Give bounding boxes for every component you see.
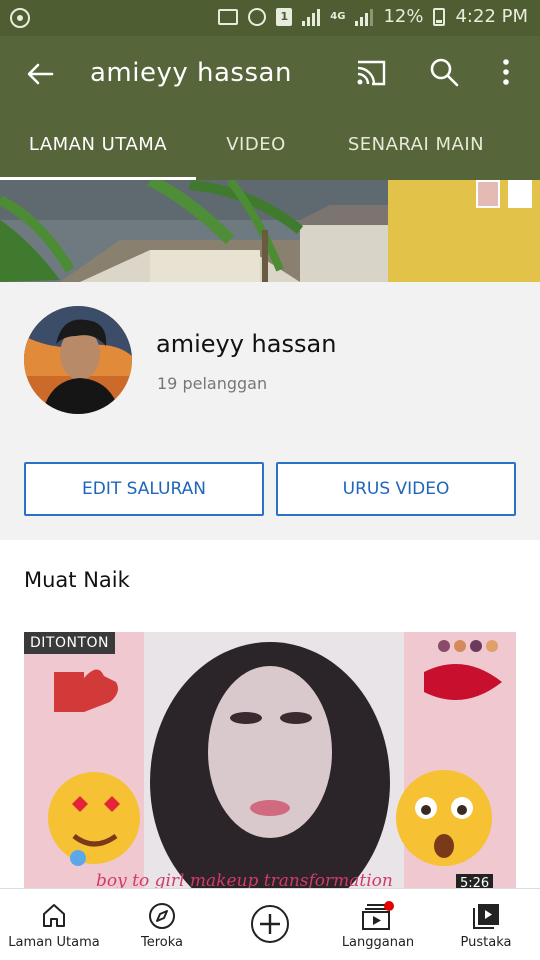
subscriptions-icon [362,901,394,930]
library-icon [473,904,499,929]
nav-library-label: Pustaka [460,935,512,950]
cast-icon[interactable] [354,58,388,88]
add-icon [251,905,289,943]
nav-subscriptions-label: Langganan [341,935,415,950]
nav-explore-label: Teroka [140,935,183,950]
tab-home[interactable]: LAMAN UTAMA [0,128,196,180]
channel-banner [0,180,540,282]
app-bar: amieyy hassan LAMAN UTAMA VIDEO SENARAI … [0,36,540,180]
video-thumbnail[interactable]: boy to girl makeup transformation [24,632,516,890]
sim-icon: 1 [276,7,293,26]
uploads-section: Muat Naik boy to girl makeup transformat… [0,540,540,894]
nav-library[interactable]: Pustaka [432,889,540,960]
tab-video[interactable]: VIDEO [196,128,316,180]
channel-name: amieyy hassan [156,330,337,358]
back-arrow-icon[interactable] [22,56,58,92]
nav-subscriptions[interactable]: Langganan [324,889,432,960]
uploads-title: Muat Naik [24,568,130,592]
battery-percent: 12% [383,6,424,27]
battery-icon [433,7,446,26]
search-icon[interactable] [428,56,460,88]
nav-home[interactable]: Laman Utama [0,889,108,960]
more-options-icon[interactable] [496,56,516,88]
cast-status-icon [218,8,239,25]
channel-title: amieyy hassan [90,58,292,88]
home-icon [43,904,65,927]
edit-channel-button[interactable]: EDIT SALURAN [24,462,264,516]
compass-icon [149,903,175,929]
bottom-navigation: Laman Utama Teroka Langganan Pustaka [0,888,540,960]
app-notification-icon [10,8,30,28]
manage-videos-button[interactable]: URUS VIDEO [276,462,516,516]
watched-badge: DITONTON [24,632,115,654]
notification-dot [384,901,394,911]
nav-home-label: Laman Utama [8,935,100,950]
signal-2-icon [355,8,374,26]
clock: 4:22 PM [455,6,528,27]
subscriber-count: 19 pelanggan [157,374,268,393]
signal-icon [302,8,321,26]
nav-explore[interactable]: Teroka [108,889,216,960]
channel-header: amieyy hassan 19 pelanggan EDIT SALURAN … [0,282,540,540]
status-icons: 1 4G 12% 4:22 PM [218,6,528,27]
network-type-label: 4G [330,10,346,22]
tab-playlists[interactable]: SENARAI MAIN [316,128,516,180]
status-bar: 1 4G 12% 4:22 PM [0,0,540,36]
channel-tabs: LAMAN UTAMA VIDEO SENARAI MAIN [0,128,540,180]
avatar[interactable] [24,306,132,414]
alarm-icon [248,7,267,26]
nav-create[interactable] [216,889,324,960]
